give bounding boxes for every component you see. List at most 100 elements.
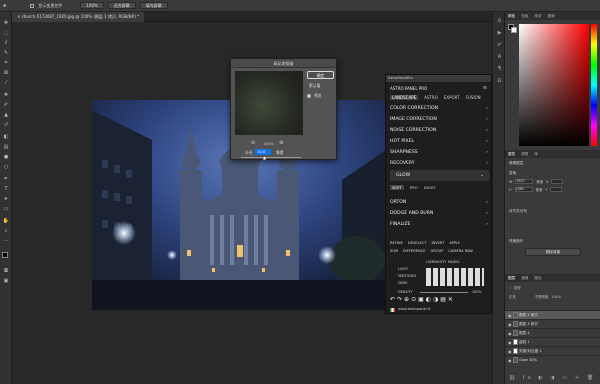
- tab-adjustments[interactable]: 调整: [521, 150, 528, 158]
- menu-finalize[interactable]: FINALIZE ›: [386, 219, 493, 230]
- tab-properties[interactable]: 属性: [508, 150, 515, 158]
- layer-row[interactable]: ◉ 图层 4: [505, 328, 600, 337]
- history-brush-icon[interactable]: ↺: [2, 122, 10, 129]
- x-field[interactable]: [551, 179, 564, 184]
- sum-button[interactable]: SUM: [390, 249, 398, 253]
- remove-background-button[interactable]: 删除背景: [525, 248, 581, 256]
- tab-libraries[interactable]: 库: [534, 150, 538, 158]
- website-link[interactable]: www.astropanel.it: [398, 307, 430, 311]
- tab-astro[interactable]: ASTRO: [424, 95, 438, 100]
- refine-button[interactable]: REFINE: [390, 241, 403, 245]
- menu-icon[interactable]: ≡: [483, 85, 487, 91]
- y-field[interactable]: [550, 187, 563, 192]
- apply-button[interactable]: APPLY: [449, 241, 460, 245]
- fill-screen-button[interactable]: 填充屏幕: [139, 2, 168, 9]
- menu-glow[interactable]: GLOW ⌄: [390, 170, 489, 181]
- eraser-icon[interactable]: ◧: [2, 134, 10, 141]
- layer-row[interactable]: ◉ 图层 1 拷贝: [505, 310, 600, 319]
- luminosity-mask-buttons[interactable]: [426, 268, 484, 286]
- action-icons[interactable]: ↶↷⊕⊙▣◐◑▤✕: [390, 296, 455, 303]
- pen-icon[interactable]: ✒: [2, 176, 10, 183]
- foreground-color-swatch[interactable]: [2, 252, 8, 258]
- zoom-in-icon[interactable]: ⊕: [279, 140, 283, 146]
- show-transform-checkbox[interactable]: [30, 3, 35, 8]
- more-tools-icon[interactable]: ···: [2, 238, 10, 245]
- ok-button[interactable]: 确定: [307, 71, 334, 79]
- tab-paths[interactable]: 路径: [534, 274, 541, 282]
- tab-channels[interactable]: 通道: [521, 274, 528, 282]
- blur-icon[interactable]: ●: [2, 154, 10, 161]
- layer-row[interactable]: ◉ 曲线 1: [505, 337, 600, 346]
- quick-mask-icon[interactable]: ◘: [2, 268, 10, 275]
- frame-icon[interactable]: ⊠: [2, 70, 10, 77]
- close-icon[interactable]: ×: [17, 14, 20, 19]
- search-icon[interactable]: ⌕: [509, 286, 511, 290]
- layer-actions-icons[interactable]: ⛓ fx ◐ ◑ ▭ ＋ 🗑: [509, 374, 596, 381]
- layer-row[interactable]: ◉ 亮度/对比度 1: [505, 346, 600, 355]
- brush-icon[interactable]: ✐: [2, 102, 10, 109]
- history-icon[interactable]: ⏲: [496, 18, 503, 24]
- blend-mode-select[interactable]: 正常: [509, 294, 516, 299]
- shape-icon[interactable]: ▭: [2, 206, 10, 213]
- menu-color-correction[interactable]: COLOR CORRECTION ›: [386, 103, 493, 114]
- menu-orton[interactable]: ORTON ›: [386, 197, 493, 208]
- density-slider[interactable]: [420, 292, 468, 293]
- menu-hot-pixel[interactable]: HOT PIXEL ›: [386, 136, 493, 147]
- move-icon[interactable]: ✥: [2, 20, 10, 27]
- tab-color[interactable]: 颜色: [508, 12, 515, 20]
- group-button[interactable]: GROUP: [430, 249, 443, 253]
- character-icon[interactable]: A: [496, 54, 503, 60]
- menu-sharpness[interactable]: SHARPNESS ›: [386, 147, 493, 158]
- width-field[interactable]: 1920: [515, 179, 534, 184]
- deselect-button[interactable]: DESELECT: [408, 241, 427, 245]
- menu-recovery[interactable]: RECOVERY ›: [386, 158, 493, 169]
- marquee-icon[interactable]: ⬚: [2, 30, 10, 37]
- menu-image-correction[interactable]: IMAGE CORRECTION ›: [386, 114, 493, 125]
- preview-checkbox[interactable]: [307, 94, 311, 98]
- tab-fusion[interactable]: FUSION: [466, 95, 481, 100]
- zoom-icon[interactable]: ⌕: [2, 228, 10, 235]
- tab-landscape[interactable]: LANDSCAPE: [390, 95, 419, 100]
- screen-mode-icon[interactable]: ▣: [2, 278, 10, 285]
- eyedropper-icon[interactable]: ⁄: [2, 80, 10, 87]
- crop-icon[interactable]: ⌗: [2, 60, 10, 67]
- tab-patterns[interactable]: 图案: [548, 12, 555, 20]
- tab-export[interactable]: EXPORT: [444, 95, 460, 100]
- actions-icon[interactable]: ▶: [496, 30, 503, 36]
- zoom-100-button[interactable]: 100%: [80, 2, 104, 9]
- difference-button[interactable]: DIFFERENCE: [403, 249, 425, 253]
- tab-layers[interactable]: 图层: [508, 274, 515, 282]
- tab-swatches[interactable]: 色板: [521, 12, 528, 20]
- move-tool-icon[interactable]: ✥: [3, 3, 6, 8]
- camera-raw-button[interactable]: CAMERA RAW: [448, 249, 472, 253]
- glow-pro[interactable]: PRO: [410, 185, 418, 190]
- opacity-value[interactable]: 100%: [551, 295, 561, 299]
- height-field[interactable]: 1080: [514, 187, 533, 192]
- tab-gradients[interactable]: 渐变: [534, 12, 541, 20]
- path-select-icon[interactable]: ➤: [2, 196, 10, 203]
- paragraph-icon[interactable]: ¶: [496, 66, 503, 72]
- gradient-icon[interactable]: ▤: [2, 144, 10, 151]
- menu-noise-correction[interactable]: NOISE CORRECTION ›: [386, 125, 493, 136]
- reset-button[interactable]: 默认值: [309, 83, 320, 89]
- layer-row[interactable]: ◉ Glow 30%: [505, 355, 600, 364]
- zoom-out-icon[interactable]: ⊖: [251, 140, 255, 146]
- brush-settings-icon[interactable]: ✐: [496, 42, 503, 48]
- hue-slider[interactable]: [591, 24, 597, 146]
- layer-row[interactable]: ◉ 图层 4 拷贝: [505, 319, 600, 328]
- fit-screen-button[interactable]: 适合屏幕: [107, 2, 136, 9]
- radius-slider[interactable]: [241, 157, 301, 158]
- glow-soft[interactable]: SOFT: [390, 185, 404, 190]
- type-icon[interactable]: T: [2, 186, 10, 193]
- color-picker-field[interactable]: [519, 24, 589, 146]
- menu-dodge-and-burn[interactable]: DODGE AND BURN ›: [386, 208, 493, 219]
- filter-preview[interactable]: [235, 71, 303, 135]
- healing-icon[interactable]: ✚: [2, 92, 10, 99]
- dodge-icon[interactable]: ○: [2, 164, 10, 171]
- layer-kind[interactable]: 类型: [514, 285, 521, 290]
- invert-button[interactable]: INVERT: [431, 241, 444, 245]
- background-swatch[interactable]: [511, 27, 517, 33]
- radius-slider-knob[interactable]: ▲: [263, 156, 266, 160]
- hand-icon[interactable]: ✋: [2, 218, 10, 225]
- visibility-icon[interactable]: ◉: [508, 356, 512, 365]
